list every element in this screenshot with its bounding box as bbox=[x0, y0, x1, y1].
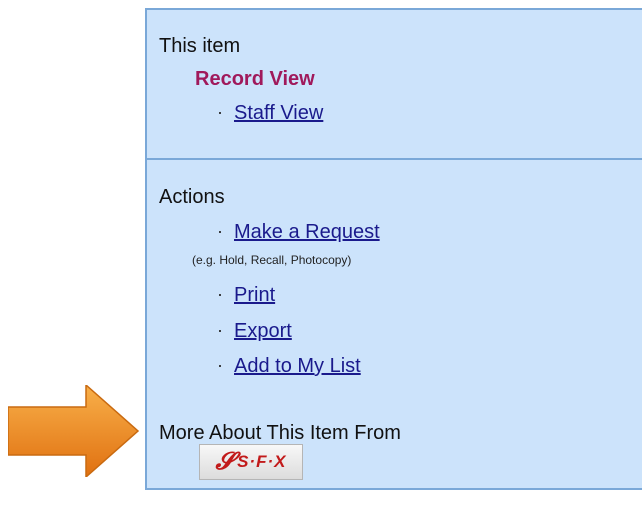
print-link[interactable]: Print bbox=[234, 284, 275, 307]
request-note: (e.g. Hold, Recall, Photocopy) bbox=[192, 253, 352, 267]
bullet: · bbox=[217, 355, 223, 375]
bullet: · bbox=[217, 320, 223, 340]
staff-view-link[interactable]: Staff View bbox=[234, 102, 323, 125]
make-request-link[interactable]: Make a Request bbox=[234, 221, 380, 244]
sfx-link-button[interactable]: 𝓢 S·F·X bbox=[199, 444, 303, 480]
this-item-heading: This item bbox=[159, 35, 241, 57]
section-divider bbox=[147, 158, 642, 160]
sfx-logo-icon: 𝓢 bbox=[215, 448, 236, 475]
bullet: · bbox=[217, 102, 223, 122]
sfx-label: S·F·X bbox=[237, 452, 287, 471]
record-sidebar-panel: This item Record View · Staff View Actio… bbox=[145, 8, 642, 490]
more-about-heading: More About This Item From bbox=[159, 422, 401, 444]
actions-heading: Actions bbox=[159, 186, 225, 208]
right-arrow-icon bbox=[8, 385, 140, 477]
add-to-my-list-link[interactable]: Add to My List bbox=[234, 355, 361, 378]
record-view-current: Record View bbox=[195, 68, 315, 90]
bullet: · bbox=[217, 221, 223, 241]
bullet: · bbox=[217, 284, 223, 304]
export-link[interactable]: Export bbox=[234, 320, 292, 343]
